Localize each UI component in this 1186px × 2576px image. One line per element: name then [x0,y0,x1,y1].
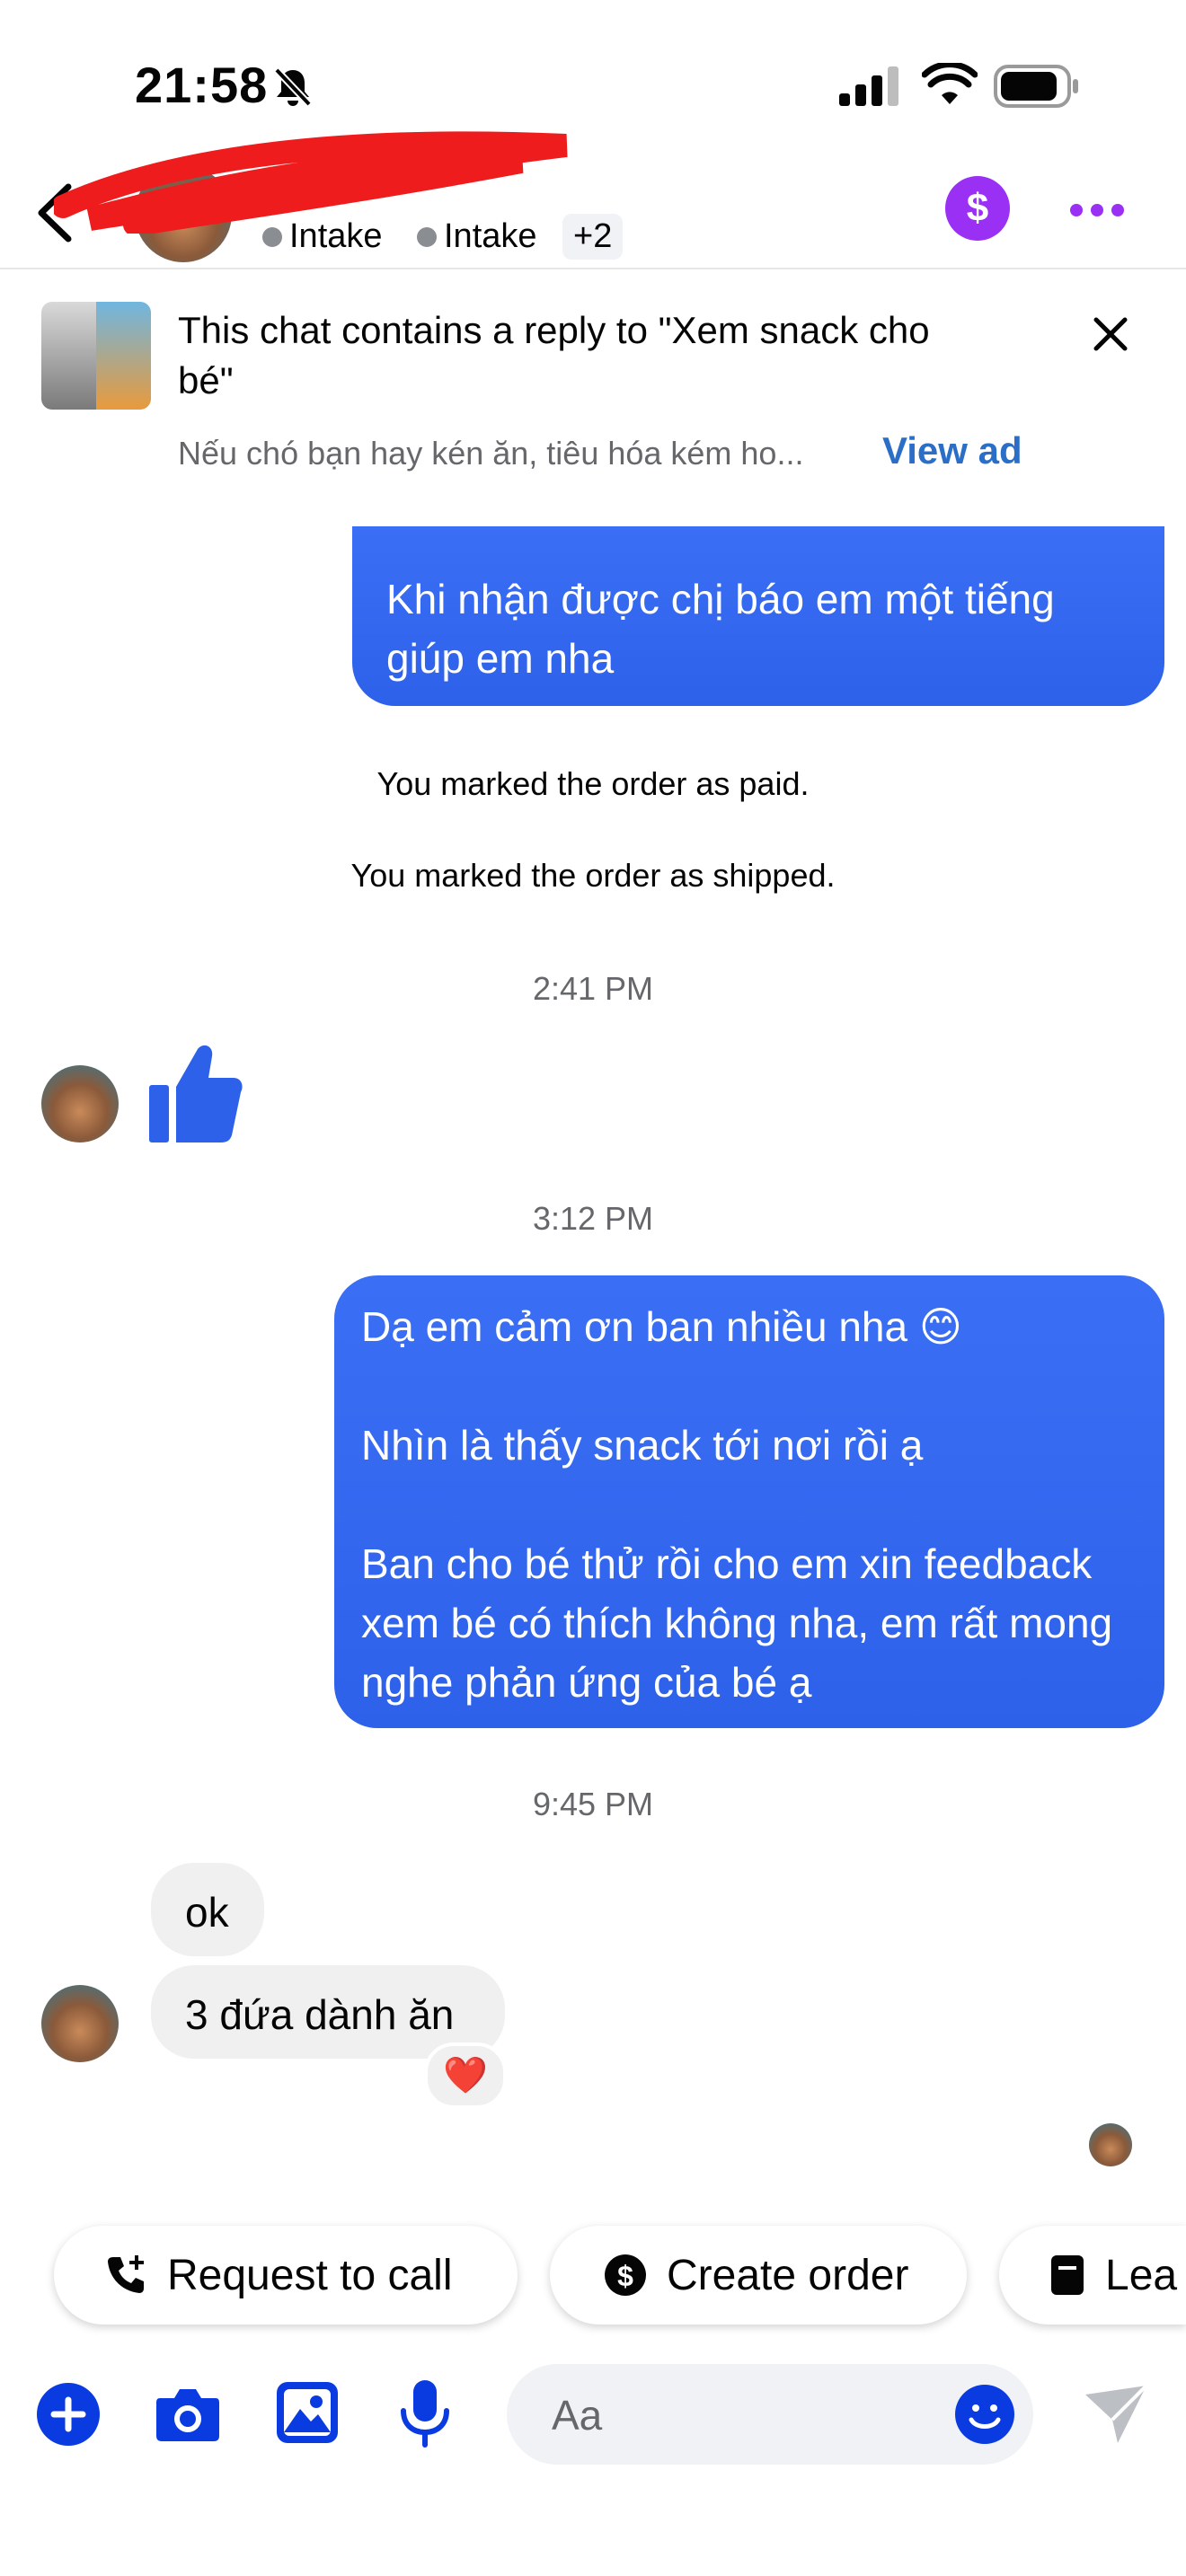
message-input[interactable] [550,2391,940,2439]
system-message-shipped: You marked the order as shipped. [350,857,836,894]
wifi-icon [922,63,978,104]
status-time: 21:58 [135,57,269,113]
thumbs-up-icon[interactable] [147,1042,243,1144]
timestamp: 3:12 PM [532,1200,654,1237]
contact-tag[interactable]: Intake [262,217,383,256]
svg-text:$: $ [617,2260,633,2292]
message-composer[interactable] [507,2364,1033,2465]
ad-thumbnail[interactable] [41,302,151,410]
request-to-call-button[interactable]: Request to call [54,2226,518,2325]
view-ad-link[interactable]: View ad [882,429,1022,472]
gallery-icon[interactable] [275,2380,340,2445]
message-line: Dạ em cảm ơn ban nhiều nha 😊 [361,1303,962,1350]
battery-icon [994,65,1078,108]
emoji-icon[interactable] [954,2384,1015,2445]
ad-description: Nếu chó bạn hay kén ăn, tiêu hóa kém ho.… [178,435,804,472]
svg-text:$: $ [967,186,988,230]
seen-indicator-avatar [1089,2123,1132,2166]
bell-muted-icon [274,67,312,107]
payment-dollar-icon[interactable]: $ [945,176,1010,241]
reaction-heart[interactable]: ❤️ [424,2042,507,2109]
system-message-paid: You marked the order as paid. [376,765,810,802]
contact-avatar-small [41,1065,119,1142]
phone-plus-icon [108,2255,144,2293]
contact-tag[interactable]: Intake [417,217,537,256]
tag-dot-icon [417,226,437,247]
outgoing-message[interactable]: Dạ em cảm ơn ban nhiều nha 😊 Nhìn là thấ… [334,1275,1164,1728]
message-line: Ban cho bé thử rồi cho em xin feedback x… [361,1540,1113,1706]
ad-reply-notice: This chat contains a reply to "Xem snack… [178,309,930,401]
lead-button[interactable]: Lea [999,2226,1186,2325]
incoming-message[interactable]: ok [151,1863,264,1956]
close-icon[interactable] [1093,316,1128,352]
more-options-icon[interactable] [1069,203,1125,217]
send-icon[interactable] [1082,2384,1150,2445]
camera-icon[interactable] [155,2386,221,2443]
dollar-icon: $ [605,2254,646,2296]
outgoing-message[interactable]: Khi nhận được chị báo em một tiếng giúp … [352,526,1164,706]
timestamp: 9:45 PM [532,1786,654,1822]
form-icon [1051,2255,1084,2295]
create-order-button[interactable]: $ Create order [550,2226,967,2325]
signal-icon [839,66,898,106]
timestamp: 2:41 PM [532,970,654,1007]
plus-icon[interactable] [36,2382,101,2447]
more-tags-badge[interactable]: +2 [562,214,624,260]
contact-avatar-small [41,1985,119,2062]
microphone-icon[interactable] [399,2378,451,2448]
message-line: Nhìn là thấy snack tới nơi rồi ạ [361,1422,924,1469]
header-divider [0,268,1186,269]
tag-dot-icon [262,226,282,247]
